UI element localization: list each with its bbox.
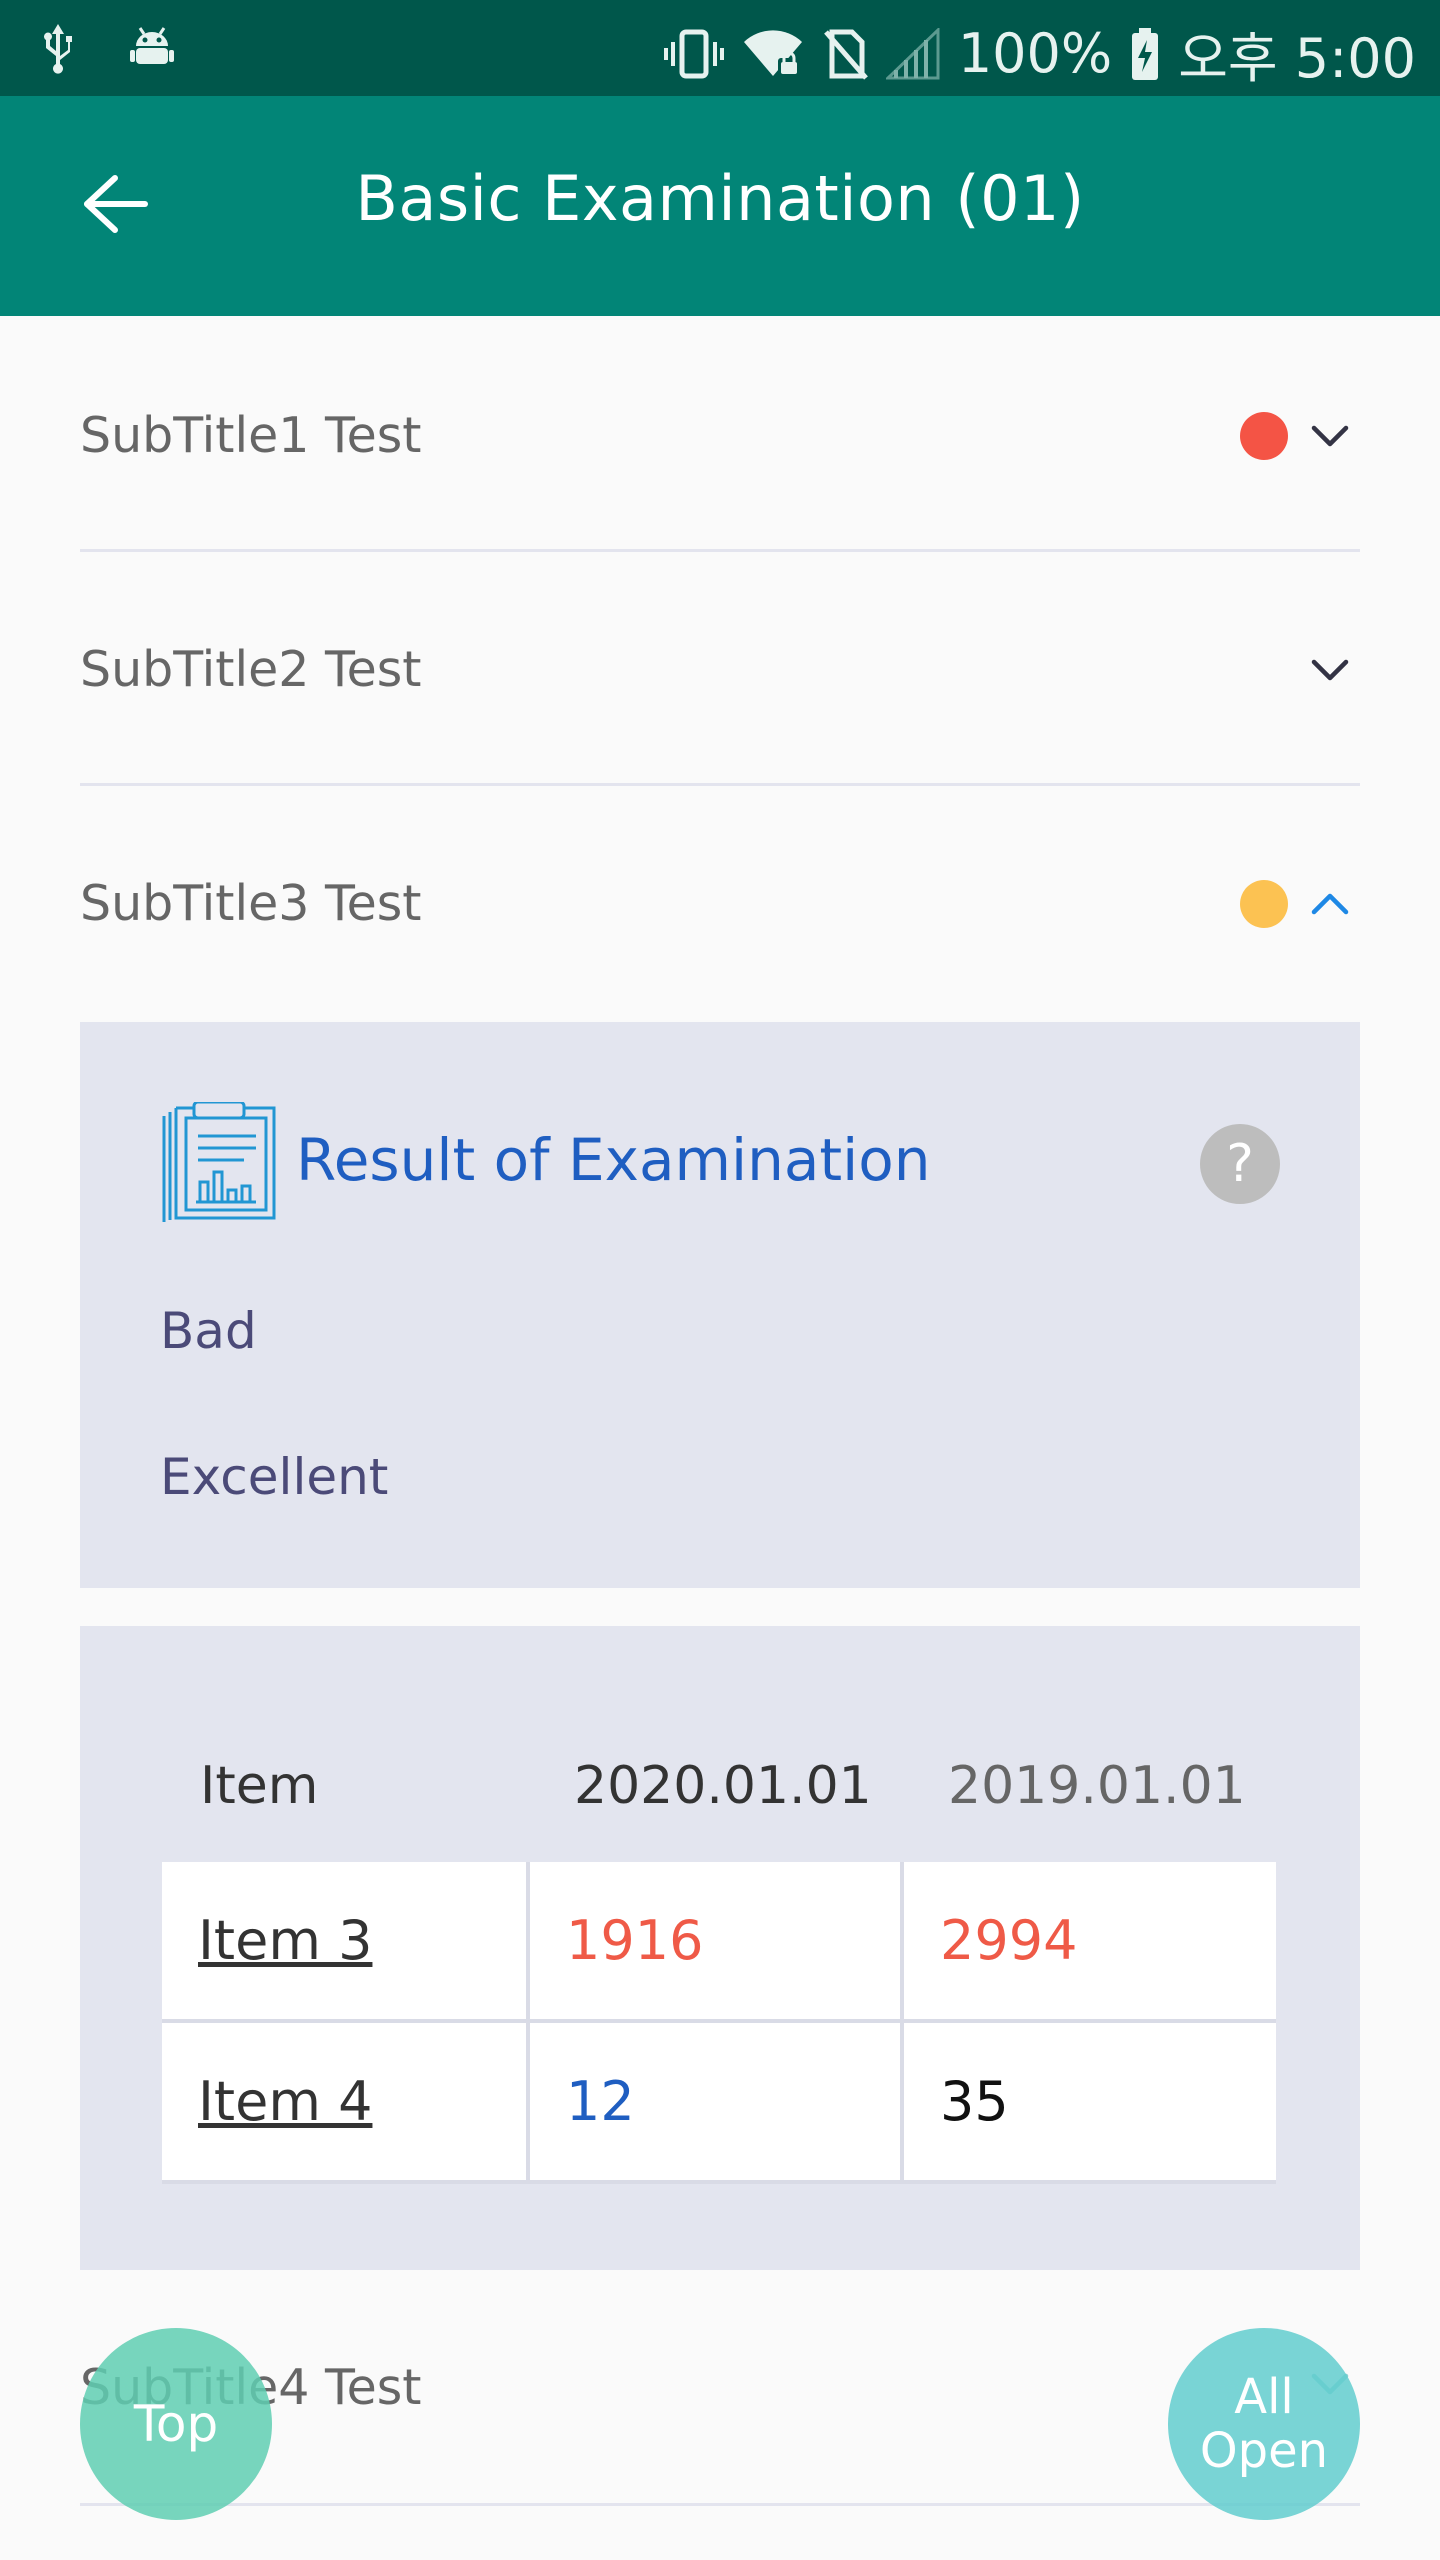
status-left [38, 22, 176, 74]
status-bar: 100% 오후 5:00 [0, 0, 1440, 96]
screen: 100% 오후 5:00 Basic Examination (01) SubT… [0, 0, 1440, 2560]
table-header-2019: 2019.01.01 [948, 1756, 1246, 1816]
result-line-excellent: Excellent [160, 1448, 389, 1506]
chevron-up-icon [1308, 888, 1352, 918]
page-title: Basic Examination (01) [355, 162, 1085, 235]
app-bar: Basic Examination (01) [0, 96, 1440, 316]
table-cell-value-2019: 2994 [904, 1862, 1276, 2019]
result-line-bad: Bad [160, 1302, 257, 1360]
accordion-label: SubTitle1 Test [80, 407, 422, 464]
comparison-table: Item 3 1916 2994 Item 4 12 35 [162, 1862, 1276, 2184]
table-cell-value-2020: 1916 [530, 1862, 900, 2019]
accordion-item-subtitle1[interactable]: SubTitle1 Test [80, 320, 1360, 552]
accordion-item-subtitle2[interactable]: SubTitle2 Test [80, 554, 1360, 786]
result-card: Result of Examination ? Bad Excellent [80, 1022, 1360, 1588]
clipboard-chart-icon [160, 1100, 278, 1231]
status-right: 100% 오후 5:00 [663, 14, 1416, 93]
battery-percent: 100% [957, 22, 1113, 85]
usb-icon [38, 22, 78, 74]
signal-icon [885, 27, 940, 80]
table-cell-value-2019: 35 [904, 2023, 1276, 2180]
status-time: 오후 5:00 [1178, 27, 1416, 90]
all-open-button[interactable]: All Open [1168, 2328, 1360, 2520]
scroll-top-button[interactable]: Top [80, 2328, 272, 2520]
status-dot-yellow [1240, 880, 1288, 928]
android-debug-icon [128, 24, 176, 72]
battery-charging-icon [1130, 26, 1160, 82]
chevron-down-icon [1308, 656, 1352, 686]
all-open-label-line2: Open [1199, 2423, 1329, 2479]
comparison-table-card: Item 2020.01.01 2019.01.01 Item 3 1916 2… [80, 1626, 1360, 2270]
accordion-label: SubTitle3 Test [80, 875, 422, 932]
no-sim-icon [822, 28, 868, 80]
table-header-item: Item [200, 1756, 319, 1816]
vibrate-icon [663, 26, 724, 82]
help-button[interactable]: ? [1200, 1124, 1280, 1204]
all-open-label-line1: All [1234, 2369, 1294, 2425]
result-title: Result of Examination [296, 1126, 931, 1194]
chevron-down-icon [1308, 422, 1352, 452]
table-cell-value-2020: 12 [530, 2023, 900, 2180]
table-header-2020: 2020.01.01 [574, 1756, 872, 1816]
accordion-label: SubTitle2 Test [80, 641, 422, 698]
status-dot-red [1240, 412, 1288, 460]
table-cell-item-link[interactable]: Item 3 [162, 1862, 526, 2019]
accordion-item-subtitle3[interactable]: SubTitle3 Test [80, 788, 1360, 1020]
wifi-lock-icon [742, 28, 804, 80]
table-cell-item-link[interactable]: Item 4 [162, 2023, 526, 2180]
